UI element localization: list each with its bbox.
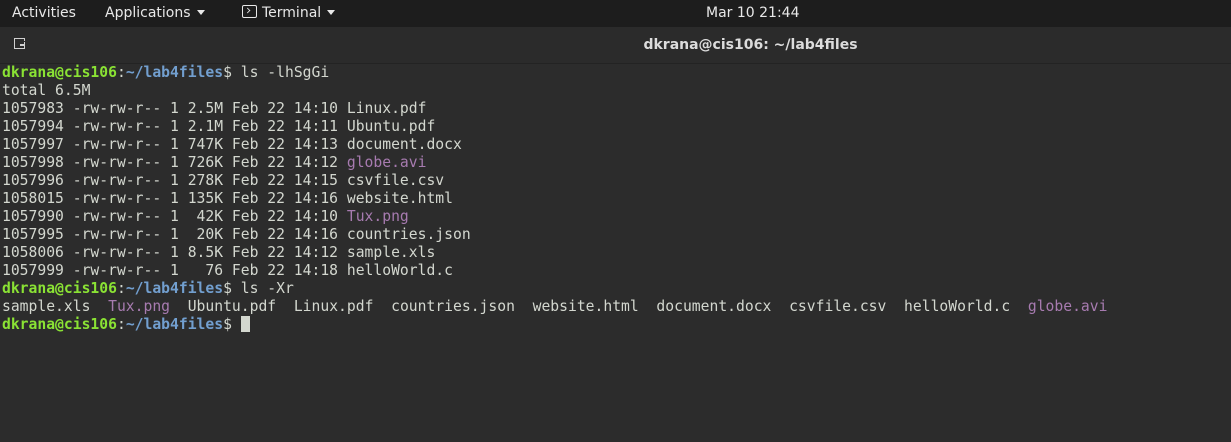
- file-name: sample.xls: [346, 244, 436, 261]
- listing-row: 1058015 -rw-rw-r-- 1 135K Feb 22 14:16 w…: [2, 190, 1231, 208]
- file-name: globe.avi: [1027, 298, 1108, 315]
- top-bar: Activities Applications Terminal Mar 10 …: [0, 0, 1231, 27]
- prompt-symbol: $: [223, 64, 241, 81]
- file-name: helloWorld.c: [904, 298, 1011, 315]
- listing-row: 1057997 -rw-rw-r-- 1 747K Feb 22 14:13 d…: [2, 136, 1231, 154]
- file-meta: 1058006 -rw-rw-r-- 1 8.5K Feb 22 14:12: [2, 244, 347, 261]
- listing-row: 1057999 -rw-rw-r-- 1 76 Feb 22 14:18 hel…: [2, 262, 1231, 280]
- file-name: csvfile.csv: [789, 298, 887, 315]
- prompt-symbol: $: [223, 316, 241, 333]
- total-line: total 6.5M: [2, 82, 91, 99]
- applications-label: Applications: [105, 5, 191, 21]
- listing-row: 1057994 -rw-rw-r-- 1 2.1M Feb 22 14:11 U…: [2, 118, 1231, 136]
- prompt-user: dkrana@cis106: [2, 280, 117, 297]
- terminal-icon: [242, 4, 257, 18]
- prompt-path: ~/lab4files: [125, 280, 224, 297]
- file-meta: 1057999 -rw-rw-r-- 1 76 Feb 22 14:18: [2, 262, 347, 279]
- terminal-menu-label: Terminal: [262, 5, 322, 21]
- file-name: website.html: [532, 298, 639, 315]
- file-name: countries.json: [391, 298, 515, 315]
- listing-row: 1058006 -rw-rw-r-- 1 8.5K Feb 22 14:12 s…: [2, 244, 1231, 262]
- file-name: Linux.pdf: [346, 100, 427, 117]
- prompt-line: dkrana@cis106:~/lab4files$ ls -lhSgGi: [2, 64, 1231, 82]
- file-meta: 1057990 -rw-rw-r-- 1 42K Feb 22 14:10: [2, 208, 347, 225]
- terminal-output[interactable]: dkrana@cis106:~/lab4files$ ls -lhSgGi to…: [0, 64, 1231, 442]
- file-meta: 1057996 -rw-rw-r-- 1 278K Feb 22 14:15: [2, 172, 347, 189]
- file-name: Tux.png: [346, 208, 409, 225]
- chevron-down-icon: [327, 9, 336, 15]
- file-meta: 1057983 -rw-rw-r-- 1 2.5M Feb 22 14:10: [2, 100, 347, 117]
- file-name: helloWorld.c: [346, 262, 453, 279]
- text-cursor: [240, 316, 250, 332]
- chevron-down-icon: [196, 9, 205, 15]
- command-text: ls -lhSgGi: [240, 64, 330, 81]
- listing-row: 1057996 -rw-rw-r-- 1 278K Feb 22 14:15 c…: [2, 172, 1231, 190]
- file-meta: 1057998 -rw-rw-r-- 1 726K Feb 22 14:12: [2, 154, 347, 171]
- file-meta: 1057994 -rw-rw-r-- 1 2.1M Feb 22 14:11: [2, 118, 347, 135]
- listing-row: 1057983 -rw-rw-r-- 1 2.5M Feb 22 14:10 L…: [2, 100, 1231, 118]
- window-title: dkrana@cis106: ~/lab4files: [643, 37, 858, 53]
- file-name: globe.avi: [346, 154, 427, 171]
- file-meta: 1057995 -rw-rw-r-- 1 20K Feb 22 14:16: [2, 226, 347, 243]
- file-meta: 1058015 -rw-rw-r-- 1 135K Feb 22 14:16: [2, 190, 347, 207]
- prompt-line: dkrana@cis106:~/lab4files$: [2, 316, 1231, 334]
- file-name: website.html: [346, 190, 453, 207]
- prompt-user: dkrana@cis106: [2, 316, 117, 333]
- file-name: Ubuntu.pdf: [187, 298, 277, 315]
- listing-row: 1057998 -rw-rw-r-- 1 726K Feb 22 14:12 g…: [2, 154, 1231, 172]
- prompt-path: ~/lab4files: [125, 64, 224, 81]
- file-name: sample.xls: [2, 298, 91, 315]
- listing-rows: 1057983 -rw-rw-r-- 1 2.5M Feb 22 14:10 L…: [2, 100, 1231, 280]
- file-name: csvfile.csv: [346, 172, 445, 189]
- listing-row: 1057995 -rw-rw-r-- 1 20K Feb 22 14:16 co…: [2, 226, 1231, 244]
- terminal-app-menu[interactable]: Terminal: [242, 0, 336, 27]
- file-meta: 1057997 -rw-rw-r-- 1 747K Feb 22 14:13: [2, 136, 347, 153]
- file-name: Ubuntu.pdf: [346, 118, 436, 135]
- command-text: ls -Xr: [240, 280, 294, 297]
- clock[interactable]: Mar 10 21:44: [706, 0, 799, 27]
- prompt-separator: :: [116, 280, 126, 297]
- file-name: document.docx: [656, 298, 772, 315]
- file-name: countries.json: [346, 226, 471, 243]
- xr-output-line: sample.xls Tux.png Ubuntu.pdf Linux.pdf …: [2, 298, 1231, 316]
- prompt-line: dkrana@cis106:~/lab4files$ ls -Xr: [2, 280, 1231, 298]
- listing-row: 1057990 -rw-rw-r-- 1 42K Feb 22 14:10 Tu…: [2, 208, 1231, 226]
- prompt-path: ~/lab4files: [125, 316, 224, 333]
- file-name: document.docx: [346, 136, 462, 153]
- activities-button[interactable]: Activities: [12, 0, 76, 27]
- prompt-user: dkrana@cis106: [2, 64, 117, 81]
- file-name: Tux.png: [108, 298, 171, 315]
- prompt-symbol: $: [223, 280, 241, 297]
- prompt-separator: :: [116, 64, 126, 81]
- file-name: Linux.pdf: [293, 298, 374, 315]
- prompt-separator: :: [116, 316, 126, 333]
- window-titlebar: dkrana@cis106: ~/lab4files: [0, 27, 1231, 64]
- applications-menu[interactable]: Applications: [105, 0, 205, 27]
